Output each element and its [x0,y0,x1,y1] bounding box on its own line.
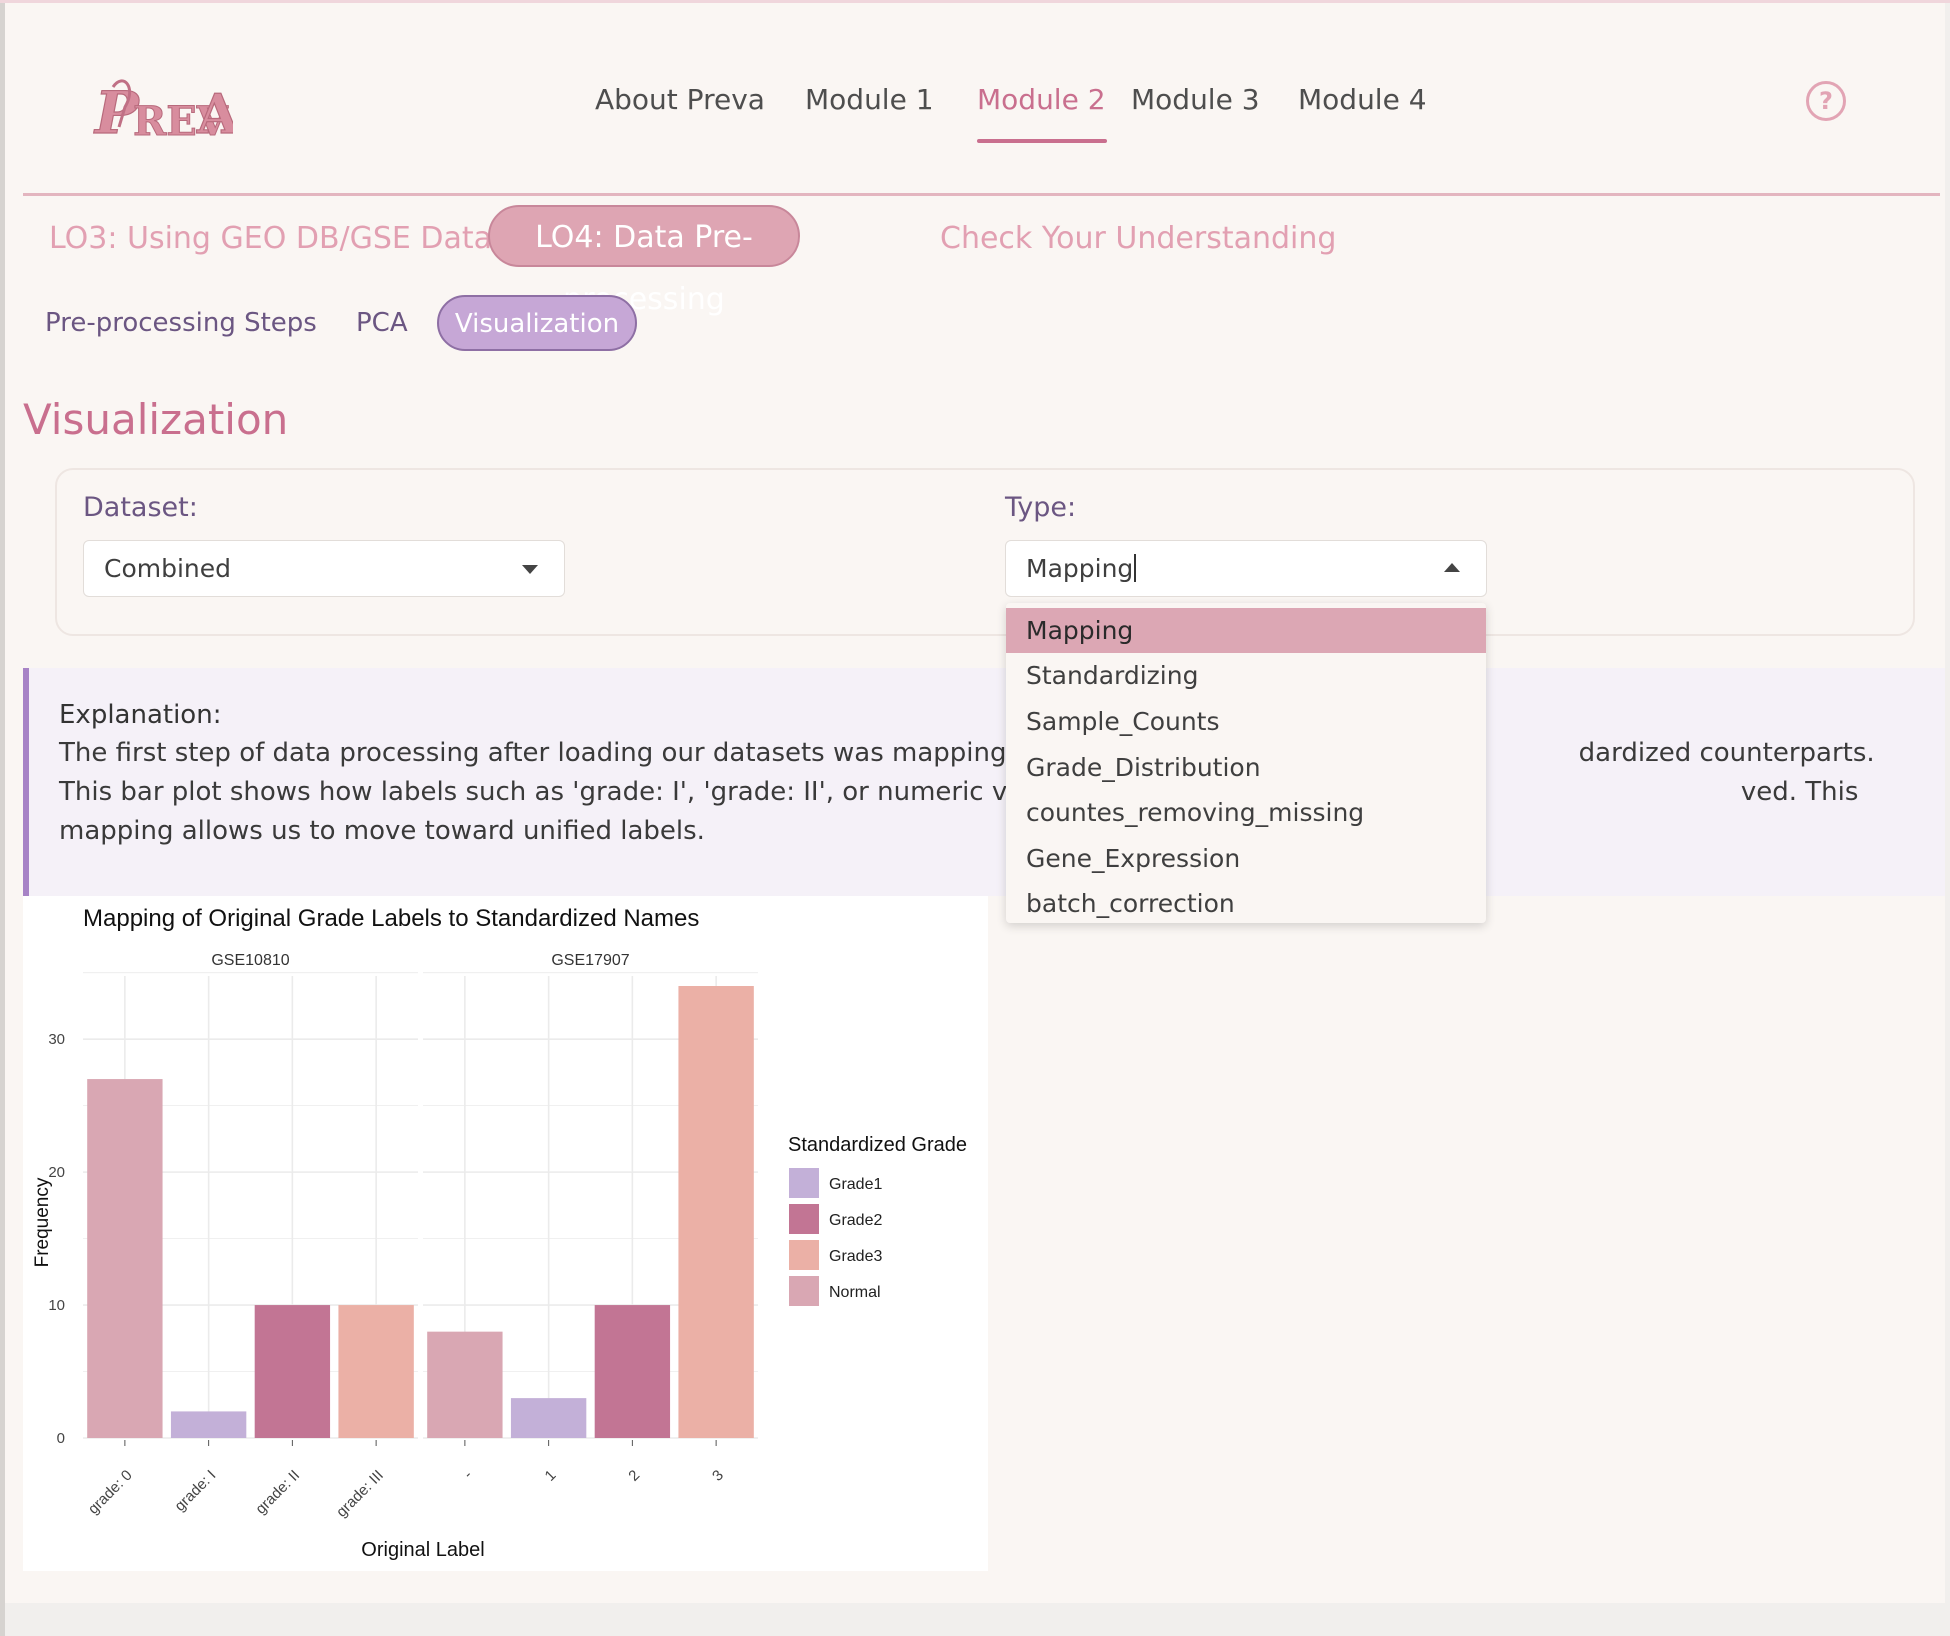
legend-title: Standardized Grade [788,1134,967,1156]
bar [510,1398,587,1438]
dropdown-option[interactable]: Standardizing [1006,653,1486,698]
legend-swatch [789,1204,819,1234]
legend-label: Normal [829,1284,881,1301]
section-title: Visualization [23,395,289,444]
x-tick-label: grade: II [252,1467,303,1518]
nav-module-4[interactable]: Module 4 [1298,83,1427,116]
dropdown-option[interactable]: countes_removing_missing [1006,790,1486,835]
explanation-title: Explanation: [59,700,222,730]
x-tick-label: 2 [625,1467,643,1485]
y-tick-label: 30 [48,1031,65,1048]
page: P REV A About Preva Module 1 Module 2 Mo… [5,3,1945,1603]
subtab-visualization[interactable]: Visualization [437,295,637,351]
chevron-down-icon [522,565,538,574]
bar [427,1331,503,1438]
dropdown-option[interactable]: Sample_Counts [1006,699,1486,744]
x-tick-label: 3 [709,1467,727,1485]
legend-label: Grade1 [829,1176,882,1193]
bar [87,1079,163,1438]
subtab-preprocessing-steps[interactable]: Pre-processing Steps [45,308,317,338]
explanation-box: Explanation: The first step of data proc… [23,668,1945,896]
x-tick-label: grade: I [171,1467,219,1515]
x-tick-label: grade: III [333,1467,387,1521]
nav-module-1[interactable]: Module 1 [805,83,934,116]
facet-label: GSE10810 [211,952,289,969]
active-nav-indicator [977,139,1107,143]
controls-panel: Dataset: Combined Type: Mapping [55,468,1915,636]
type-select-value: Mapping [1026,554,1134,583]
nav-about-preva[interactable]: About Preva [595,83,765,116]
subtab-pca[interactable]: PCA [356,308,408,338]
bar [678,986,754,1438]
navbar: P REV A About Preva Module 1 Module 2 Mo… [23,3,1940,196]
type-select-input[interactable]: Mapping [1026,554,1137,583]
tab-lo3[interactable]: LO3: Using GEO DB/GSE Data [49,221,492,256]
dataset-select[interactable]: Combined [83,540,565,597]
type-dropdown-menu: Mapping Standardizing Sample_Counts Grad… [1006,603,1486,923]
facet-label: GSE17907 [551,952,629,969]
text-cursor [1134,554,1137,582]
bar [594,1305,671,1438]
type-label: Type: [1005,492,1077,523]
legend-label: Grade3 [829,1248,882,1265]
question-circle-icon[interactable]: ? [1806,81,1846,121]
legend-swatch [789,1276,819,1306]
x-tick-label: - [460,1467,476,1483]
bar [254,1305,331,1438]
chart-svg: Mapping of Original Grade Labels to Stan… [32,905,967,1561]
legend-swatch [789,1240,819,1270]
chart-panel: Mapping of Original Grade Labels to Stan… [23,896,988,1571]
x-tick-label: 1 [542,1467,560,1485]
bar [170,1411,247,1438]
dataset-label: Dataset: [83,492,198,523]
bar [338,1305,414,1438]
nav-module-2[interactable]: Module 2 [977,83,1106,116]
dropdown-option[interactable]: Grade_Distribution [1006,745,1486,790]
chart-title: Mapping of Original Grade Labels to Stan… [83,905,699,932]
legend-label: Grade2 [829,1212,882,1229]
tab-check-understanding[interactable]: Check Your Understanding [940,221,1336,256]
x-tick-label: grade: 0 [85,1467,136,1518]
type-select[interactable]: Mapping [1005,540,1487,597]
dataset-select-value: Combined [104,554,232,583]
y-tick-label: 0 [57,1430,65,1447]
y-axis-label: Frequency [32,1177,53,1267]
nav-module-3[interactable]: Module 3 [1131,83,1260,116]
preva-logo[interactable]: P REV A [92,67,240,147]
x-axis-label: Original Label [361,1539,484,1561]
explanation-text: The first step of data processing after … [59,738,1883,846]
dropdown-option[interactable]: batch_correction [1006,881,1486,923]
dropdown-option[interactable]: Gene_Expression [1006,836,1486,881]
chevron-up-icon [1444,563,1460,572]
y-tick-label: 10 [48,1297,65,1314]
tab-lo4[interactable]: LO4: Data Pre-processing [488,205,800,317]
dropdown-option[interactable]: Mapping [1006,608,1486,653]
legend-swatch [789,1168,819,1198]
svg-text:A: A [196,82,233,146]
